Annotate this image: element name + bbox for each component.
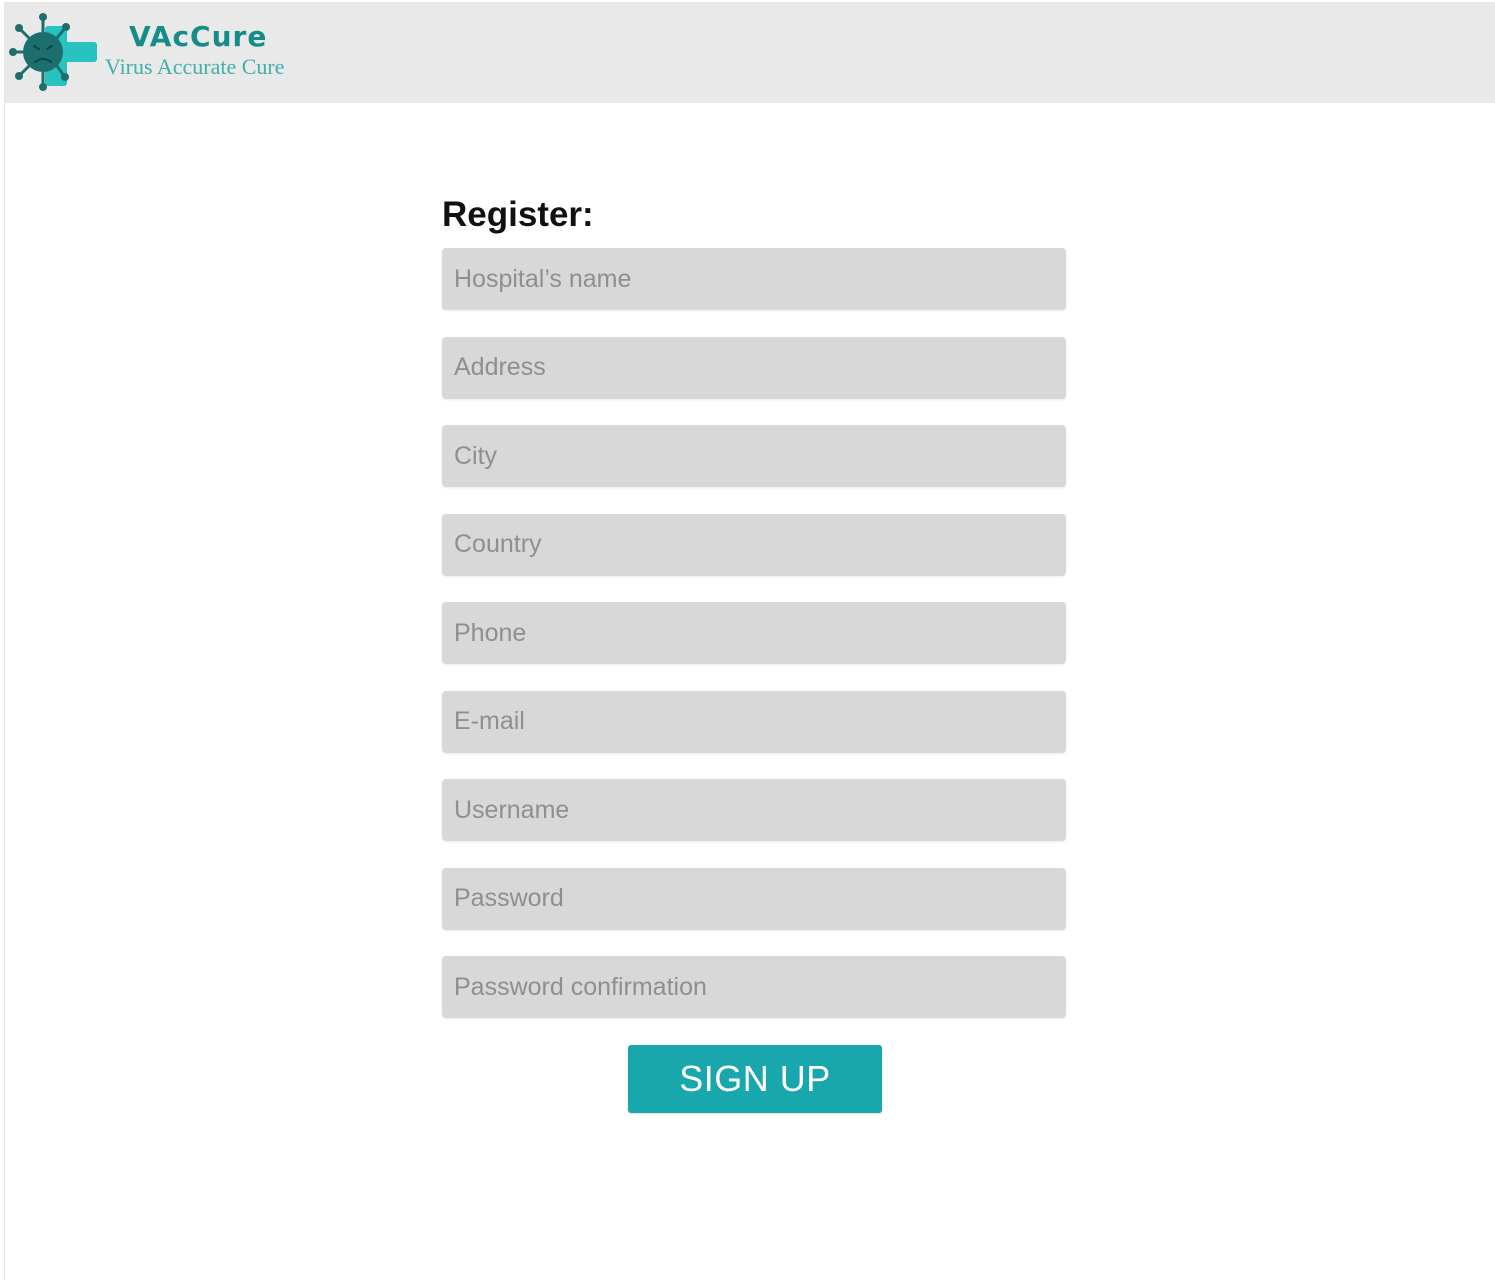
- virus-cross-logo-icon: [9, 13, 97, 91]
- brand-name: VAcCure: [129, 20, 268, 53]
- hospital-name-field[interactable]: [442, 248, 1066, 310]
- app-window: VAcCure Virus Accurate Cure Register: SI…: [4, 2, 1495, 1280]
- register-form: Register:: [442, 192, 1066, 1045]
- city-field[interactable]: [442, 425, 1066, 487]
- country-field[interactable]: [442, 513, 1066, 576]
- form-title: Register:: [442, 195, 594, 234]
- brand-tagline: Virus Accurate Cure: [105, 54, 285, 79]
- brand[interactable]: VAcCure Virus Accurate Cure: [105, 20, 285, 80]
- sign-up-button[interactable]: SIGN UP: [628, 1045, 882, 1113]
- password-confirmation-field[interactable]: [442, 956, 1066, 1018]
- app-header: VAcCure Virus Accurate Cure: [5, 2, 1495, 103]
- email-field[interactable]: [442, 690, 1066, 753]
- address-field[interactable]: [442, 336, 1066, 399]
- username-field[interactable]: [442, 779, 1066, 841]
- password-field[interactable]: [442, 867, 1066, 930]
- phone-field[interactable]: [442, 602, 1066, 664]
